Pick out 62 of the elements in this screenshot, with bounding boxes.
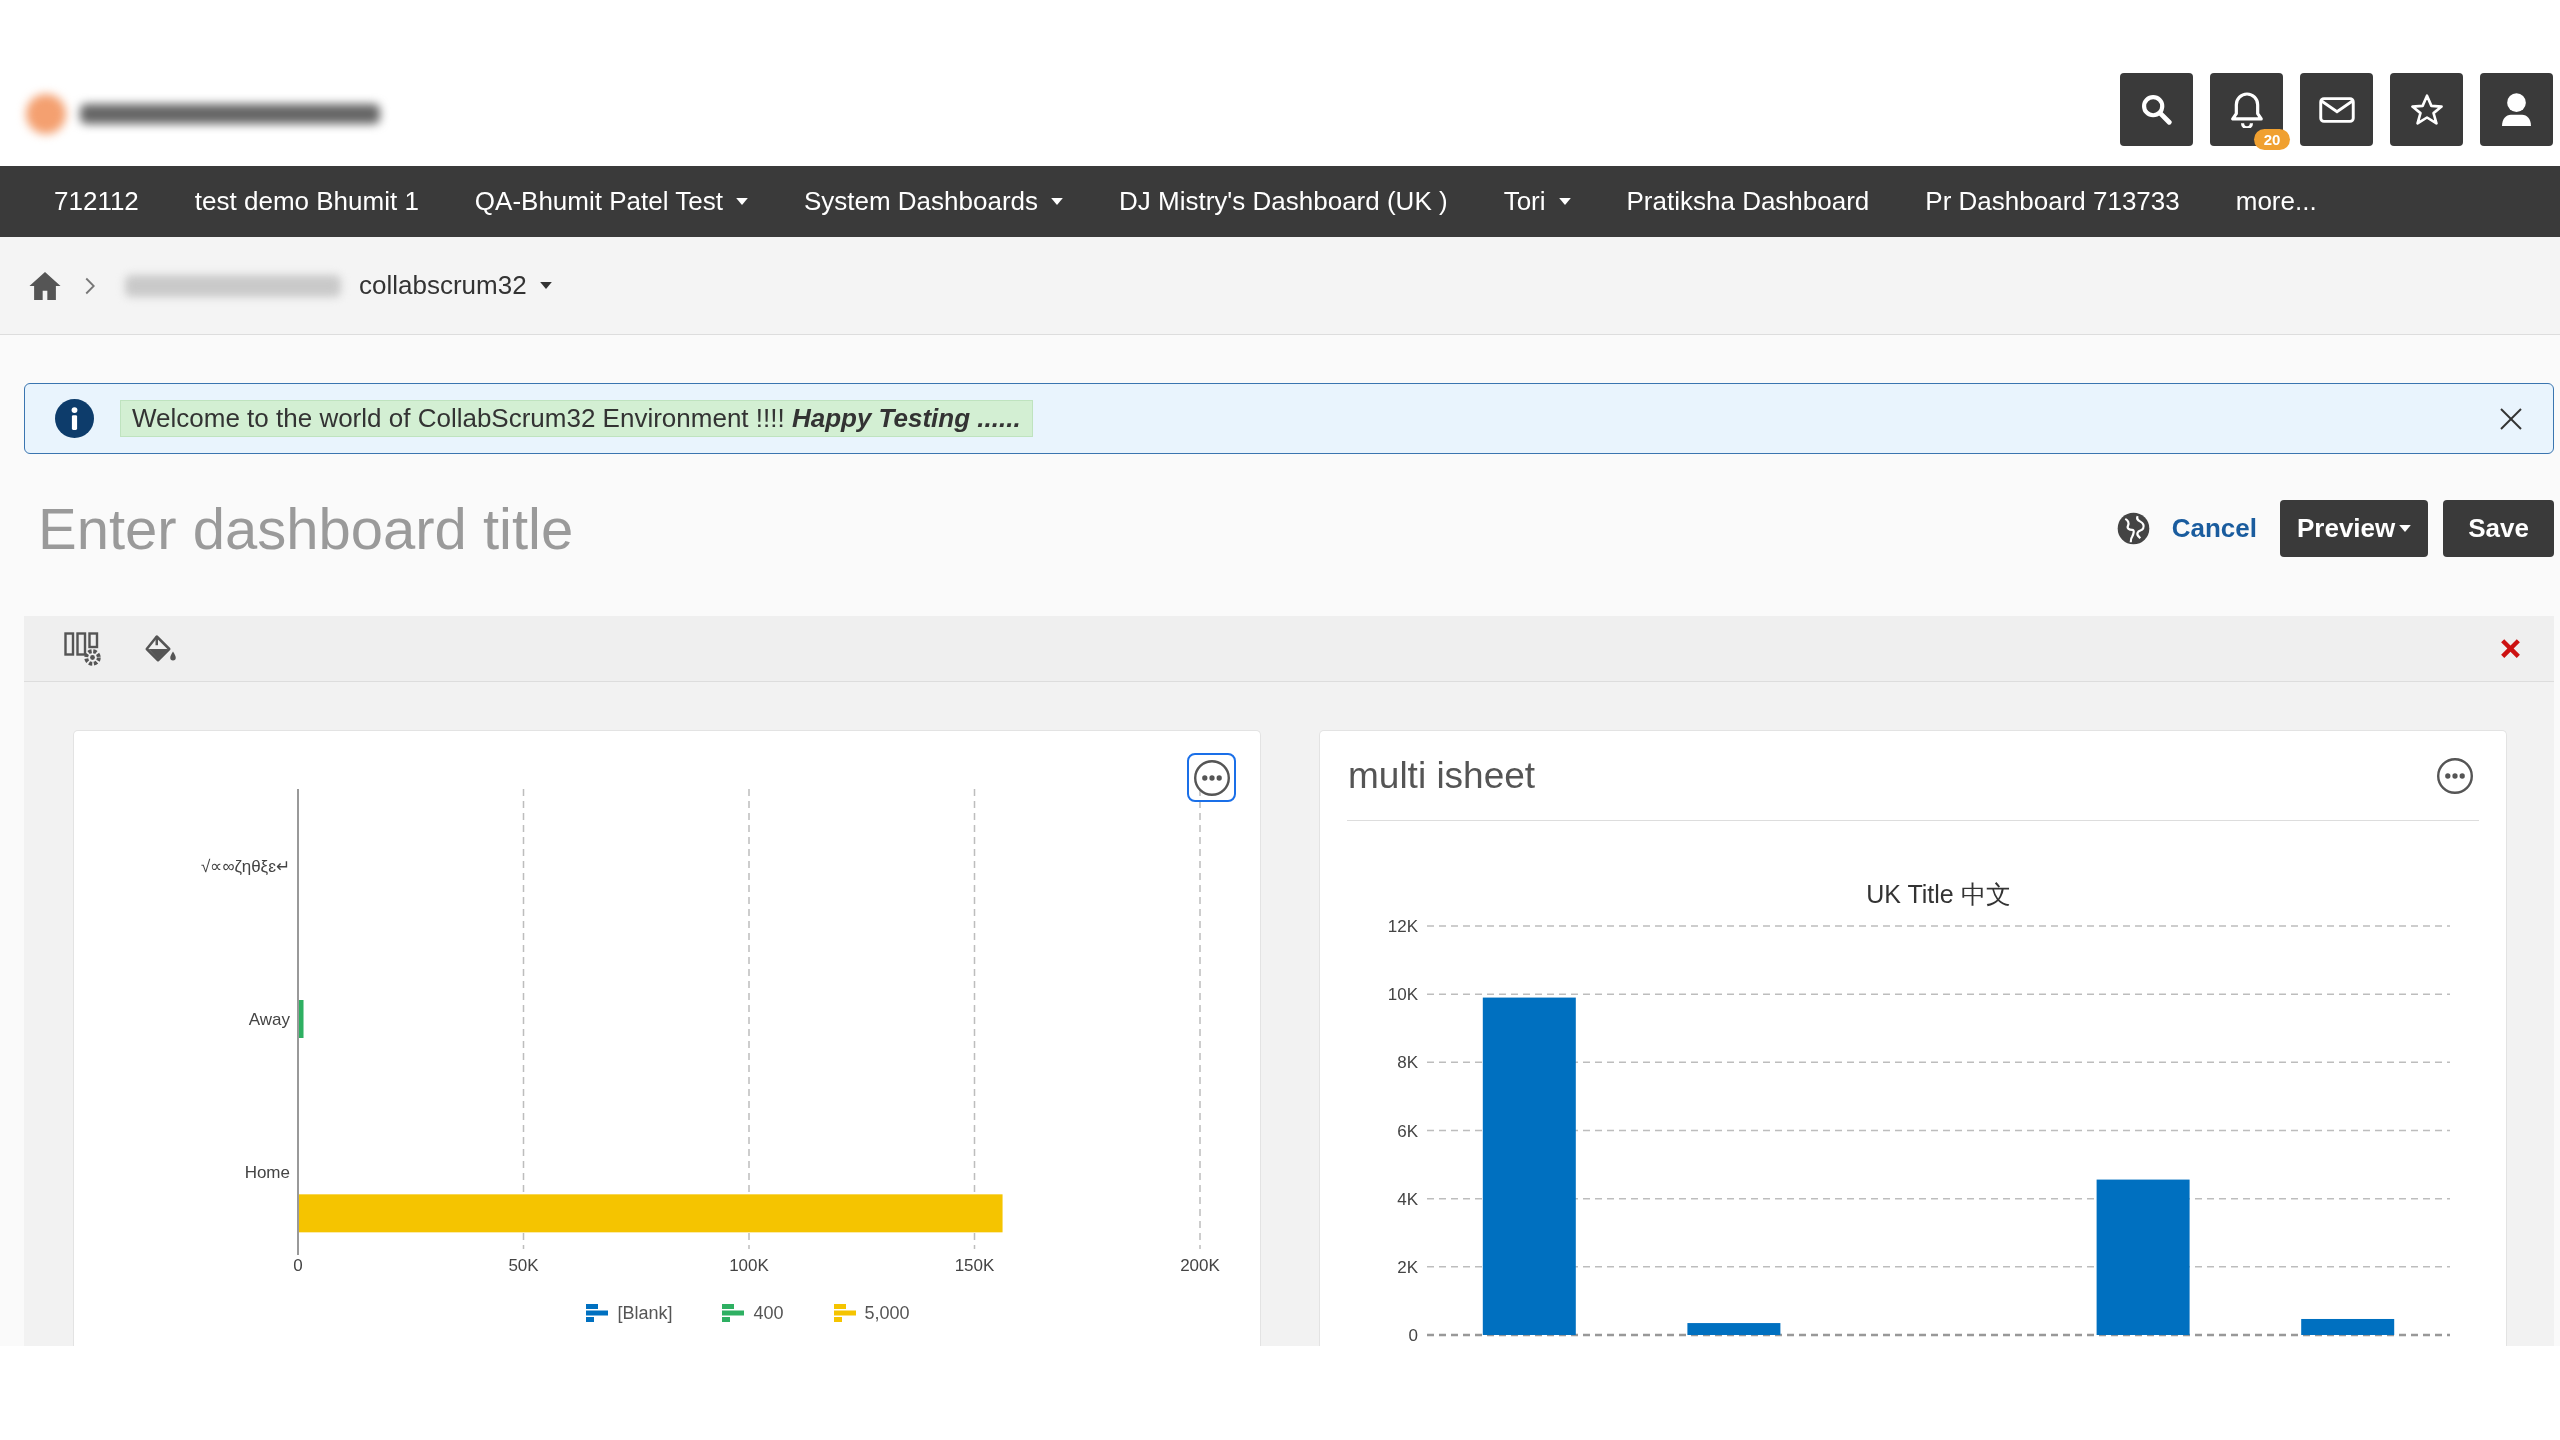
nav-item[interactable]: Pr Dashboard 713733 <box>1897 166 2208 237</box>
category-label: √∝∞ζηθξɛ↵ <box>201 856 290 876</box>
notification-badge: 20 <box>2254 129 2290 150</box>
axis-label: 12K <box>1387 917 1418 936</box>
chevron-right-icon <box>85 276 95 295</box>
info-icon <box>55 399 94 438</box>
preview-button[interactable]: Preview <box>2279 499 2429 557</box>
close-icon[interactable] <box>2499 406 2523 431</box>
bar <box>299 1000 304 1038</box>
close-icon[interactable] <box>2498 636 2523 661</box>
search-icon <box>2141 94 2172 125</box>
axis-label: 100K <box>729 1256 769 1275</box>
nav-item[interactable]: System Dashboards <box>775 166 1092 237</box>
axis-label: 150K <box>954 1256 995 1275</box>
caret-icon <box>1558 198 1571 205</box>
cancel-link[interactable]: Cancel <box>2171 512 2257 544</box>
search-button[interactable] <box>2120 73 2193 146</box>
columns-gear-icon[interactable] <box>64 629 103 668</box>
legend-label: 5,000 <box>864 1302 910 1324</box>
axis-label: 10K <box>1387 985 1418 1005</box>
axis-label: 4K <box>1397 1189 1418 1209</box>
widget-title: multi isheet <box>1348 754 1536 797</box>
axis-label: 0 <box>1408 1326 1418 1345</box>
axis-label: 8K <box>1397 1053 1418 1073</box>
user-button[interactable] <box>2480 73 2553 146</box>
messages-button[interactable] <box>2300 73 2373 146</box>
caret-icon <box>735 198 748 205</box>
category-label: Away <box>248 1010 290 1029</box>
chart-title: UK Title 中文 <box>1866 880 2011 908</box>
axis-label: 50K <box>508 1256 539 1275</box>
ellipsis-icon <box>2436 757 2473 794</box>
user-icon <box>2502 93 2531 126</box>
favorites-button[interactable] <box>2390 73 2463 146</box>
bell-icon <box>2230 91 2263 128</box>
save-button[interactable]: Save <box>2443 499 2554 557</box>
caret-icon <box>1051 198 1064 205</box>
nav-item[interactable]: QA-Bhumit Patel Test <box>446 166 776 237</box>
axis-label: 2K <box>1397 1257 1418 1277</box>
breadcrumb-dropdown[interactable]: collabscrum32 <box>359 270 552 301</box>
axis-label: 0 <box>293 1256 303 1275</box>
nav-item[interactable]: test demo Bhumit 1 <box>166 166 447 237</box>
legend-label: 400 <box>753 1302 784 1324</box>
category-label: Home <box>244 1163 290 1183</box>
caret-icon <box>2399 524 2412 532</box>
envelope-icon <box>2318 96 2355 123</box>
axis-label: 6K <box>1397 1121 1418 1141</box>
globe-icon[interactable] <box>2116 511 2150 545</box>
nav-item[interactable]: Tori <box>1475 166 1599 237</box>
star-icon <box>2410 94 2443 125</box>
caret-icon <box>539 282 552 289</box>
alert-message: Welcome to the world of CollabScrum32 Environment !!!! Happy Testing ...... <box>120 400 1033 437</box>
nav-item[interactable]: Pratiksha Dashboard <box>1598 166 1898 237</box>
axis-label: 200K <box>1180 1256 1220 1275</box>
nav-item[interactable]: more... <box>2207 166 2345 237</box>
paint-bucket-icon[interactable] <box>144 633 177 664</box>
nav-item[interactable]: DJ Mistry's Dashboard (UK ) <box>1091 166 1476 237</box>
more-button[interactable] <box>1187 753 1236 802</box>
home-icon[interactable] <box>29 271 61 300</box>
nav-item[interactable]: 712112 <box>27 166 167 237</box>
ellipsis-icon <box>1193 759 1230 796</box>
legend-label: [Blank] <box>617 1302 673 1324</box>
dashboard-title-field[interactable]: Enter dashboard title <box>24 494 1324 562</box>
